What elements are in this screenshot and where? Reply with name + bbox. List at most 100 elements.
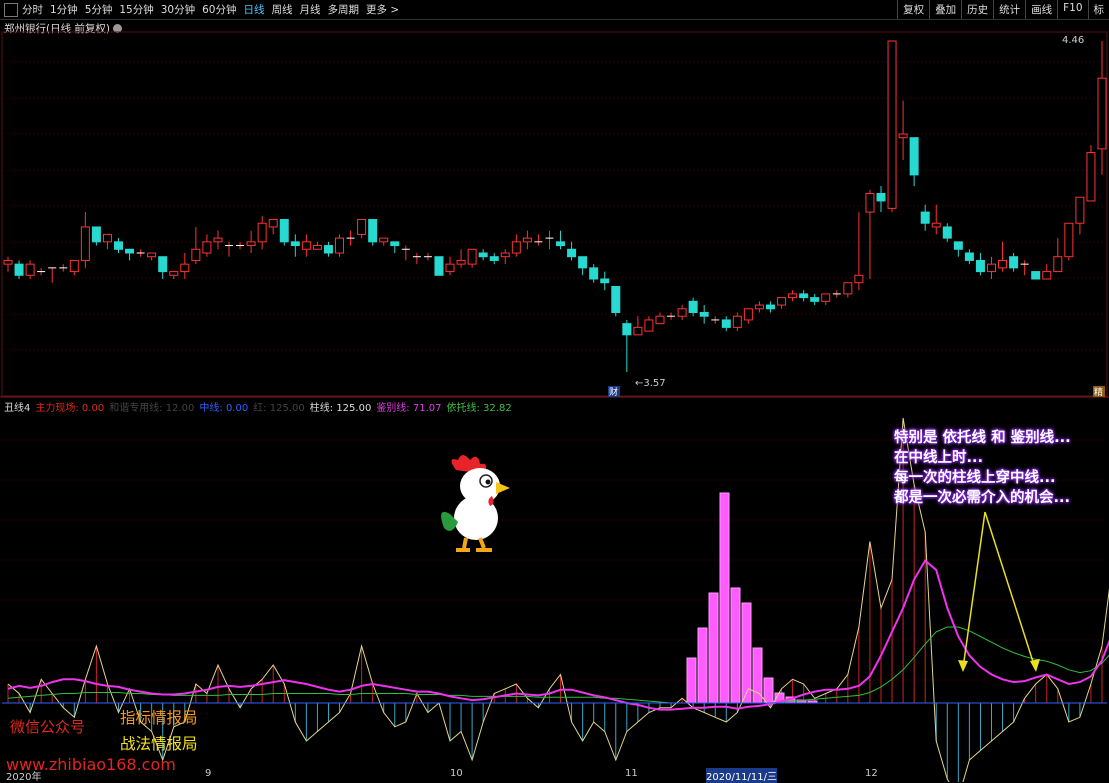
candle-body-52 (579, 257, 587, 268)
candle-body-6 (70, 260, 78, 271)
candle-body-66 (733, 316, 741, 327)
candle-body-85 (943, 227, 951, 238)
candle-body-35 (391, 242, 399, 246)
rooster-mascot (441, 455, 510, 550)
x-axis-label-4: 2020/11/11/三 (706, 768, 777, 783)
annotation-line-2: 在中线上时... (894, 448, 1071, 468)
candle-body-77 (855, 275, 863, 282)
candle-body-29 (324, 246, 332, 253)
annotation-line-4: 都是一次必需介入的机会... (894, 488, 1071, 508)
candle-body-97 (1076, 197, 1084, 223)
candle-body-0 (4, 260, 12, 264)
candle-body-27 (302, 242, 310, 249)
candle-body-39 (435, 257, 443, 276)
cai-marker: 财 (609, 386, 618, 398)
candle-body-88 (976, 260, 984, 271)
candle-body-63 (700, 312, 708, 316)
candle-body-69 (766, 305, 774, 309)
arrow-right-line (985, 512, 1035, 668)
indicator-legend-item-4: 红: 125.00 (253, 403, 305, 414)
candle-body-17 (192, 249, 200, 260)
candle-body-7 (81, 227, 89, 260)
candle-body-43 (479, 253, 487, 257)
candle-body-79 (877, 193, 885, 200)
candle-body-74 (822, 294, 830, 301)
magenta-bar-12 (720, 493, 729, 703)
jing-marker: 精 (1094, 386, 1103, 398)
candle-body-98 (1087, 153, 1095, 201)
candle-body-22 (247, 242, 255, 246)
candle-body-80 (888, 41, 896, 208)
annotation-arrows (958, 512, 1040, 672)
candle-body-71 (789, 294, 797, 298)
indicator-legend-item-6: 鉴别线: 71.07 (376, 403, 441, 414)
magenta-bar-11 (709, 593, 718, 703)
candle-body-90 (999, 260, 1007, 267)
candle-body-1 (15, 264, 23, 275)
candle-body-24 (269, 220, 277, 227)
low-price-label: ←3.57 (635, 378, 666, 389)
candle-body-13 (148, 253, 156, 257)
candle-body-87 (965, 253, 973, 260)
candle-body-14 (159, 257, 167, 272)
candle-body-65 (722, 320, 730, 327)
candle-body-10 (115, 242, 123, 249)
candle-body-89 (987, 264, 995, 271)
candle-body-44 (490, 257, 498, 261)
indicator-legend-item-7: 依托线: 32.82 (447, 403, 512, 414)
candle-body-32 (358, 220, 366, 235)
indicator-legend: 丑线4主力现场: 0.00和谐专用线: 12.00中线: 0.00红: 125.… (4, 399, 517, 414)
indicator-legend-item-3: 中线: 0.00 (199, 403, 248, 414)
annotation-line-3: 每一次的柱线上穿中线... (894, 468, 1071, 488)
candle-body-95 (1054, 257, 1062, 272)
watermark-brand-2: 战法情报局 (120, 732, 198, 754)
candle-body-42 (468, 249, 476, 264)
candle-body-33 (369, 220, 377, 242)
candle-body-91 (1010, 257, 1018, 268)
candle-body-68 (755, 305, 763, 309)
annotation-line-1: 特别是 依托线 和 鉴别线... (894, 428, 1071, 448)
candle-body-70 (778, 298, 786, 305)
candle-body-94 (1043, 272, 1051, 279)
candle-body-16 (181, 264, 189, 271)
candle-body-28 (313, 246, 321, 250)
candle-body-58 (645, 320, 653, 331)
arrow-left-head (958, 660, 968, 672)
annotation-text: 特别是 依托线 和 鉴别线... 在中线上时... 每一次的柱线上穿中线... … (894, 428, 1071, 508)
candle-body-9 (103, 234, 111, 241)
candle-body-82 (910, 138, 918, 175)
candle-body-99 (1098, 78, 1106, 149)
candle-body-30 (336, 238, 344, 253)
x-axis-label-0: 2020年 (6, 768, 41, 783)
grid-lines (0, 32, 1109, 680)
watermark-brand-1: 指标情报局 (120, 706, 198, 728)
watermark-wechat: 微信公众号 (10, 716, 85, 737)
candle-body-78 (866, 193, 874, 212)
magenta-bar-16 (764, 678, 773, 703)
magenta-bar-10 (698, 628, 707, 703)
x-axis-label-1: 9 (205, 768, 211, 779)
candle-body-11 (126, 249, 134, 253)
candle-body-83 (921, 212, 929, 223)
candle-body-2 (26, 264, 34, 275)
high-price-label: 4.46 (1062, 35, 1084, 46)
indicator-legend-item-1: 主力现场: 0.00 (35, 403, 104, 414)
candle-body-81 (899, 134, 907, 138)
candle-body-15 (170, 272, 178, 276)
candle-body-45 (501, 253, 509, 257)
candle-body-19 (214, 238, 222, 242)
kline-chart: 财 精 4.46 ←3.57 (0, 0, 1109, 782)
candle-body-40 (446, 264, 454, 271)
arrow-left-line (963, 512, 985, 668)
candle-body-51 (568, 249, 576, 256)
candle-body-84 (932, 223, 940, 227)
candle-body-67 (744, 309, 752, 320)
candle-body-34 (380, 238, 388, 242)
indicator-legend-item-0: 丑线4 (4, 403, 30, 414)
x-axis-label-5: 12 (865, 768, 878, 779)
jianbie-line (8, 556, 1109, 710)
candle-body-61 (678, 309, 686, 316)
candle-body-76 (844, 283, 852, 294)
candle-body-93 (1032, 272, 1040, 279)
candle-body-73 (811, 298, 819, 302)
